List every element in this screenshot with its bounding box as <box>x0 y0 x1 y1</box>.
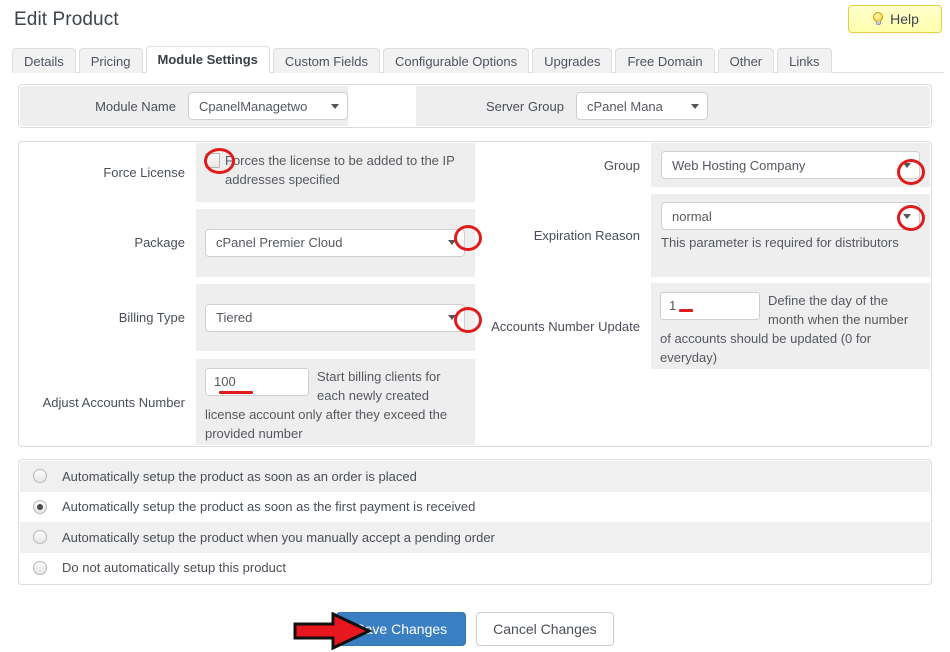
form-actions: Save Changes Cancel Changes <box>0 612 950 646</box>
row-gap <box>475 187 930 194</box>
group-value: Web Hosting Company <box>672 157 806 173</box>
help-button-label: Help <box>890 11 919 27</box>
server-group-value: cPanel Mana <box>587 98 663 114</box>
auto-setup-option-label: Automatically setup the product when you… <box>62 529 495 545</box>
group-label: Group <box>603 157 640 173</box>
accounts-number-update-input[interactable]: 1 <box>660 292 760 320</box>
row-gap <box>20 351 475 359</box>
server-group-select[interactable]: cPanel Mana <box>576 92 708 120</box>
auto-setup-option-label: Do not automatically setup this product <box>62 560 287 576</box>
fields-right-column: Group Web Hosting Company Expiration Rea… <box>475 143 930 445</box>
field-row-billing-type: Billing Type Tiered <box>20 284 475 352</box>
page-title: Edit Product <box>14 9 119 30</box>
accounts-number-update-label: Accounts Number Update <box>491 318 640 334</box>
tab-free-domain[interactable]: Free Domain <box>615 48 715 73</box>
field-row-group: Group Web Hosting Company <box>475 143 930 187</box>
tab-configurable-options[interactable]: Configurable Options <box>382 48 530 73</box>
lightbulb-icon <box>871 11 885 27</box>
force-license-description: Forces the license to be added to the IP… <box>225 153 455 187</box>
billing-type-value: Tiered <box>216 310 253 326</box>
chevron-down-icon <box>691 103 699 109</box>
cancel-changes-button[interactable]: Cancel Changes <box>476 612 614 646</box>
chevron-down-icon <box>903 162 911 168</box>
radio-manual-accept[interactable] <box>33 530 47 545</box>
module-fields-panel: Force License Forces the license to be a… <box>18 141 932 447</box>
expiration-reason-value: normal <box>672 208 712 224</box>
field-row-adjust-accounts-number: Adjust Accounts Number 100 Start billing… <box>20 359 475 445</box>
module-name-value: CpanelManagetwo <box>199 98 308 114</box>
auto-setup-option-label: Automatically setup the product as soon … <box>62 499 476 515</box>
field-row-package: Package cPanel Premier Cloud <box>20 209 475 277</box>
auto-setup-option-none[interactable]: Do not automatically setup this product <box>20 552 930 583</box>
auto-setup-panel: Automatically setup the product as soon … <box>18 459 932 585</box>
chevron-down-icon <box>448 240 456 246</box>
tab-module-settings[interactable]: Module Settings <box>145 46 270 73</box>
tab-pricing[interactable]: Pricing <box>78 48 143 73</box>
row-gap <box>20 276 475 285</box>
accounts-number-update-value: 1 <box>669 297 677 313</box>
module-row-spacer <box>348 86 416 126</box>
module-name-select[interactable]: CpanelManagetwo <box>188 92 348 120</box>
package-value: cPanel Premier Cloud <box>216 235 343 251</box>
save-changes-button[interactable]: Save Changes <box>336 612 467 646</box>
tab-upgrades[interactable]: Upgrades <box>532 48 613 73</box>
package-select[interactable]: cPanel Premier Cloud <box>205 228 465 257</box>
radio-no-auto-setup[interactable] <box>33 560 47 575</box>
adjust-accounts-number-value: 100 <box>214 373 236 389</box>
field-row-accounts-number-update: Accounts Number Update 1 Define the day … <box>475 283 930 369</box>
module-panel: Module Name CpanelManagetwo Server Group… <box>18 84 932 128</box>
adjust-accounts-number-label: Adjust Accounts Number <box>42 394 185 410</box>
chevron-down-icon <box>448 315 456 321</box>
module-name-label: Module Name <box>95 98 176 114</box>
billing-type-label: Billing Type <box>118 310 185 326</box>
package-label: Package <box>134 235 185 251</box>
tab-other[interactable]: Other <box>717 48 775 73</box>
auto-setup-option-first-payment[interactable]: Automatically setup the product as soon … <box>20 491 930 522</box>
tab-details[interactable]: Details <box>12 48 76 73</box>
auto-setup-option-order-placed[interactable]: Automatically setup the product as soon … <box>20 461 930 492</box>
adjust-accounts-number-input[interactable]: 100 <box>205 368 309 396</box>
server-group-label: Server Group <box>485 98 564 114</box>
force-license-checkbox[interactable] <box>205 153 220 168</box>
help-button[interactable]: Help <box>848 5 942 33</box>
force-license-label: Force License <box>103 164 185 180</box>
expiration-reason-description: This parameter is required for distribut… <box>661 235 899 250</box>
expiration-reason-label: Expiration Reason <box>533 228 640 243</box>
tab-custom-fields[interactable]: Custom Fields <box>272 48 380 73</box>
row-gap <box>20 201 475 210</box>
radio-first-payment[interactable] <box>33 499 47 514</box>
auto-setup-option-label: Automatically setup the product as soon … <box>62 468 417 484</box>
tab-bar: Details Pricing Module Settings Custom F… <box>12 46 944 73</box>
group-select[interactable]: Web Hosting Company <box>661 151 920 179</box>
chevron-down-icon <box>903 213 911 219</box>
field-row-expiration-reason: Expiration Reason normal This parameter … <box>475 194 930 277</box>
auto-setup-option-manual-accept[interactable]: Automatically setup the product when you… <box>20 522 930 553</box>
expiration-reason-select[interactable]: normal <box>661 202 920 230</box>
radio-order-placed[interactable] <box>33 469 47 484</box>
tab-links[interactable]: Links <box>777 48 832 73</box>
field-row-force-license: Force License Forces the license to be a… <box>20 143 475 202</box>
fields-left-column: Force License Forces the license to be a… <box>20 143 475 445</box>
billing-type-select[interactable]: Tiered <box>205 303 465 332</box>
chevron-down-icon <box>331 103 339 109</box>
